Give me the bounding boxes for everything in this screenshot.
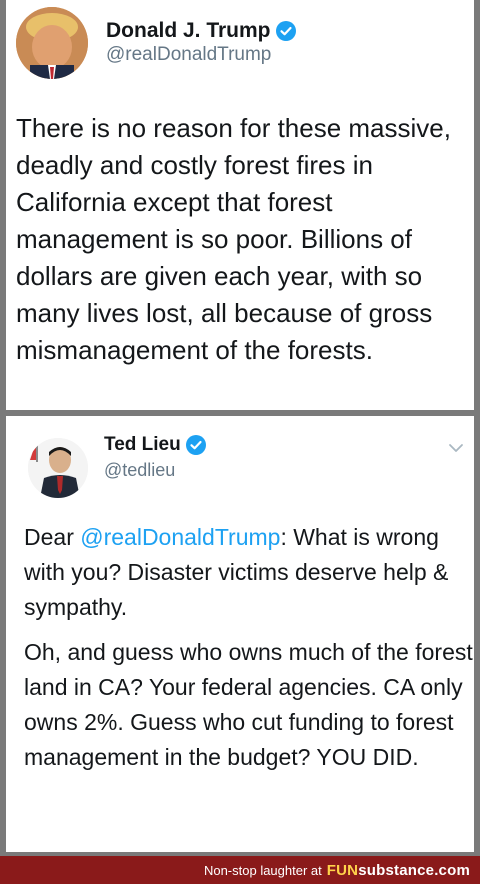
tweet2-paragraph-2: Oh, and guess who owns much of the fores… bbox=[24, 639, 473, 770]
footer-tagline: Non-stop laughter at bbox=[203, 862, 322, 878]
tweet2-paragraph-1: Dear @realDonaldTrump: What is wrong wit… bbox=[24, 520, 474, 625]
brand-com: .com bbox=[434, 861, 470, 879]
tweet2-name-text: Ted Lieu bbox=[104, 434, 181, 455]
tweet2-author-name[interactable]: Ted Lieu bbox=[104, 434, 206, 456]
verified-badge-icon bbox=[185, 435, 206, 455]
tweet1-name-text: Donald J. Trump bbox=[106, 19, 271, 42]
tweet1-body-text: There is no reason for these massive, de… bbox=[16, 113, 451, 365]
tweet-card-lieu: Ted Lieu @tedlieu Dear @realDonaldTrump:… bbox=[6, 416, 474, 852]
avatar-trump[interactable] bbox=[16, 7, 88, 79]
watermark-footer: Non-stop laughter at FUNsubstance.com bbox=[0, 856, 480, 884]
brand-sub: substance bbox=[358, 861, 435, 879]
tweet-card-trump: Donald J. Trump @realDonaldTrump There i… bbox=[6, 0, 474, 410]
tweet1-handle[interactable]: @realDonaldTrump bbox=[106, 44, 271, 66]
tweet2-handle[interactable]: @tedlieu bbox=[104, 460, 175, 481]
brand-fun: FUN bbox=[326, 861, 359, 879]
avatar-lieu[interactable] bbox=[28, 438, 88, 498]
tweet2-p1-prefix: Dear bbox=[24, 524, 81, 550]
chevron-down-icon[interactable] bbox=[448, 440, 464, 456]
tweet1-author-name[interactable]: Donald J. Trump bbox=[106, 19, 296, 43]
tweet2-body: Dear @realDonaldTrump: What is wrong wit… bbox=[24, 520, 474, 785]
funsubstance-logo[interactable]: FUNsubstance.com bbox=[327, 862, 470, 879]
verified-badge-icon bbox=[275, 21, 296, 41]
mention-link[interactable]: @realDonaldTrump bbox=[80, 524, 280, 550]
